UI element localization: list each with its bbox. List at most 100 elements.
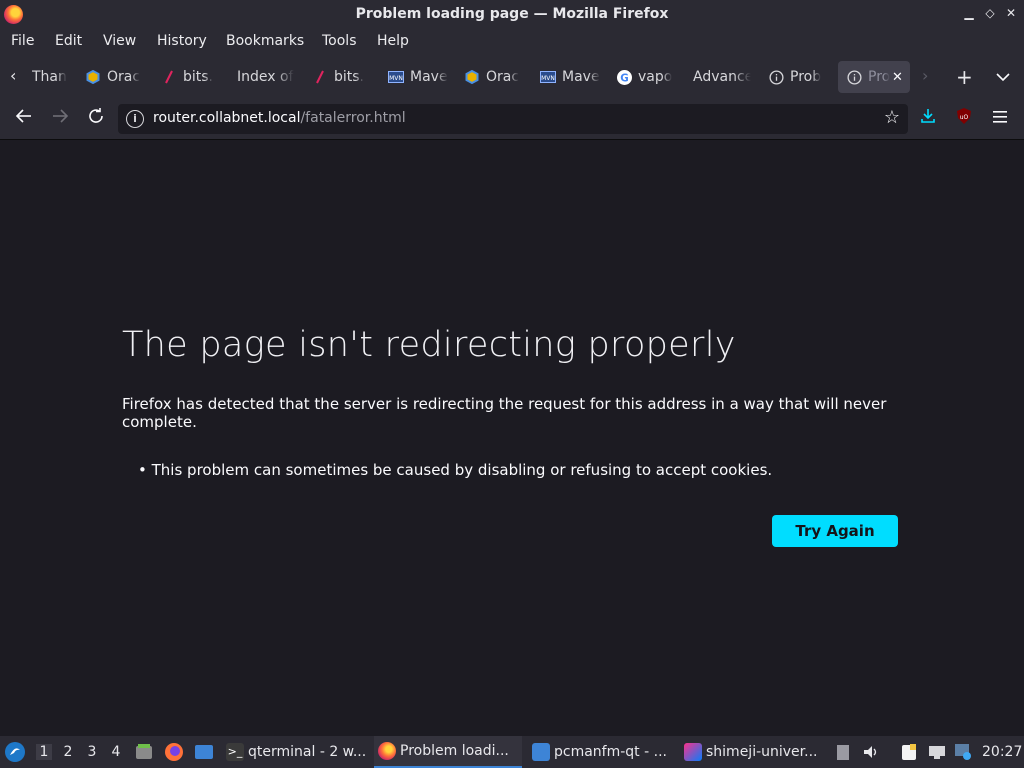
info-icon [846, 69, 862, 85]
menu-bar: File Edit View History Bookmarks Tools H… [0, 29, 1024, 54]
tab-6[interactable]: MVN Mave [388, 61, 448, 93]
svg-text:MVN: MVN [389, 75, 403, 82]
tab-label: bits. [183, 69, 214, 85]
tab-8[interactable]: MVN Mave [540, 61, 600, 93]
reload-icon[interactable] [84, 107, 108, 131]
tab-9[interactable]: G vapo [616, 61, 676, 93]
task-label: qterminal - 2 w... [248, 744, 367, 760]
workspace-3[interactable]: 3 [84, 744, 100, 760]
network-icon[interactable] [928, 736, 948, 768]
clipboard-tray-icon[interactable] [836, 736, 852, 768]
url-text[interactable]: router.collabnet.local/fatalerror.html [153, 110, 406, 126]
close-window-icon[interactable]: ✕ [1004, 6, 1018, 20]
page-content: The page isn't redirecting properly Fire… [0, 140, 1024, 736]
task-label: shimeji-univer... [706, 744, 818, 760]
task-intellij[interactable]: shimeji-univer... [684, 736, 824, 768]
bullet-icon: • [138, 461, 147, 479]
tab-label: Orac [107, 69, 141, 85]
downloads-icon[interactable] [916, 107, 940, 131]
firefox-icon [378, 742, 396, 760]
workspace-4[interactable]: 4 [108, 744, 124, 760]
task-label: pcmanfm-qt - ... [554, 744, 667, 760]
url-path: /fatalerror.html [300, 110, 406, 126]
back-icon[interactable] [12, 107, 36, 131]
workspace-2[interactable]: 2 [60, 744, 76, 760]
maven-icon: MVN [388, 69, 404, 85]
task-label: Problem loadi... [400, 743, 509, 759]
url-host: router.collabnet.local [153, 110, 301, 126]
tab-7[interactable]: Orac [464, 61, 524, 93]
folder-icon [532, 743, 550, 761]
notes-tray-icon[interactable] [900, 736, 920, 768]
tab-label: Prob [790, 69, 822, 85]
tab-label: vapo [638, 69, 673, 85]
menu-edit[interactable]: Edit [55, 33, 82, 49]
svg-text:MVN: MVN [541, 75, 555, 82]
terminal-icon: >_ [226, 743, 244, 761]
restore-icon[interactable]: ◇ [983, 6, 997, 20]
app-menu-icon[interactable] [988, 107, 1012, 131]
tab-3[interactable]: bits. [161, 61, 221, 93]
workspace-1[interactable]: 1 [36, 744, 52, 760]
tab-1[interactable]: Than [32, 61, 70, 93]
tab-label: bits. [334, 69, 365, 85]
tab-label: Index of [237, 69, 294, 85]
error-suggestion: • This problem can sometimes be caused b… [138, 461, 772, 479]
new-tab-icon[interactable]: + [956, 65, 973, 89]
try-again-button[interactable]: Try Again [772, 515, 898, 547]
task-qterminal[interactable]: >_ qterminal - 2 w... [226, 736, 368, 768]
oracle-icon [85, 69, 101, 85]
tab-11[interactable]: Prob [768, 61, 828, 93]
menu-bookmarks[interactable]: Bookmarks [226, 33, 304, 49]
address-bar[interactable]: i router.collabnet.local/fatalerror.html… [118, 104, 908, 134]
firefox-launcher-icon[interactable] [164, 736, 184, 768]
scroll-tabs-left-icon[interactable]: ‹ [10, 66, 16, 85]
tab-label: Pro [868, 69, 890, 85]
oracle-icon [464, 69, 480, 85]
tab-label: Orac [486, 69, 520, 85]
tab-4[interactable]: Index of [237, 61, 295, 93]
clock[interactable]: 20:27 [982, 736, 1022, 768]
maven-icon: MVN [540, 69, 556, 85]
task-firefox-active[interactable]: Problem loadi... [374, 736, 522, 768]
menu-tools[interactable]: Tools [322, 33, 357, 49]
pencil-icon [312, 69, 328, 85]
navigation-toolbar: i router.collabnet.local/fatalerror.html… [0, 99, 1024, 140]
error-title: The page isn't redirecting properly [122, 325, 736, 365]
volume-icon[interactable] [862, 736, 882, 768]
window-title: Problem loading page — Mozilla Firefox [355, 6, 669, 22]
pencil-icon [161, 69, 177, 85]
svg-text:G: G [620, 72, 628, 84]
info-icon [768, 69, 784, 85]
window-titlebar: Problem loading page — Mozilla Firefox ▁… [0, 0, 1024, 29]
error-suggestion-text: This problem can sometimes be caused by … [151, 461, 773, 479]
menu-help[interactable]: Help [377, 33, 409, 49]
forward-icon[interactable] [48, 107, 72, 131]
menu-view[interactable]: View [103, 33, 136, 49]
file-manager-launcher-icon[interactable] [134, 736, 154, 768]
minimize-icon[interactable]: ▁ [962, 6, 976, 20]
tab-2[interactable]: Orac [85, 61, 145, 93]
menu-file[interactable]: File [11, 33, 34, 49]
svg-text:uO: uO [960, 114, 969, 121]
close-tab-icon[interactable]: ✕ [892, 70, 903, 85]
ublock-origin-icon[interactable]: uO [952, 107, 976, 131]
menu-history[interactable]: History [157, 33, 207, 49]
task-pcmanfm[interactable]: pcmanfm-qt - ... [532, 736, 674, 768]
tab-12-active[interactable]: Pro ✕ [838, 61, 910, 93]
tab-5[interactable]: bits. [312, 61, 372, 93]
start-menu-icon[interactable] [4, 736, 28, 768]
list-all-tabs-icon[interactable] [996, 67, 1010, 86]
taskbar: 1 2 3 4 >_ qterminal - 2 w... Problem lo… [0, 736, 1024, 768]
tab-label: Mave [410, 69, 448, 85]
desktop-launcher-icon[interactable] [194, 736, 214, 768]
update-notifier-icon[interactable] [954, 736, 974, 768]
site-info-icon[interactable]: i [126, 110, 144, 128]
tab-10[interactable]: Advance [693, 61, 751, 93]
bookmark-star-icon[interactable]: ☆ [884, 107, 900, 128]
tab-label: Advance [693, 69, 751, 85]
tab-label: Than [32, 69, 67, 85]
intellij-icon [684, 743, 702, 761]
tab-strip: ‹ Than Orac bits. Index of bits. MVN Mav… [0, 54, 1024, 99]
scroll-tabs-right-icon[interactable]: › [922, 66, 928, 85]
